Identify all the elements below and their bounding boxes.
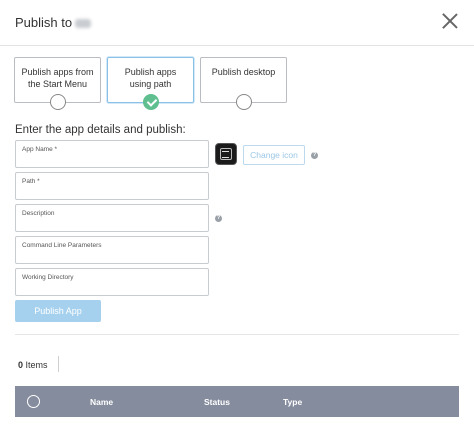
- cmd-params-label: Command Line Parameters: [22, 242, 102, 249]
- cmd-params-input[interactable]: [21, 251, 203, 262]
- option-using-path-label-2: using path: [129, 79, 172, 89]
- option-publish-desktop-radio[interactable]: [235, 94, 252, 110]
- items-count-suffix: Items: [25, 360, 48, 370]
- redacted-server-name: [75, 19, 92, 29]
- working-dir-input[interactable]: [21, 283, 203, 294]
- dialog-header: Publish to: [0, 0, 474, 46]
- path-field[interactable]: Path *: [15, 172, 209, 200]
- help-icon[interactable]: ?: [215, 215, 222, 222]
- window-icon: [220, 148, 232, 160]
- option-using-path[interactable]: Publish apps using path: [107, 57, 194, 110]
- option-start-menu-label-2: the Start Menu: [27, 79, 88, 89]
- option-using-path-radio-checkmark-icon[interactable]: [142, 94, 159, 110]
- working-dir-field[interactable]: Working Directory: [15, 268, 209, 296]
- close-icon[interactable]: [442, 13, 458, 29]
- option-start-menu-label-1: Publish apps from: [21, 67, 94, 77]
- items-count: 0 Items: [18, 360, 48, 370]
- path-input[interactable]: [21, 187, 203, 198]
- dialog-title: Publish to: [15, 15, 92, 30]
- option-start-menu[interactable]: Publish apps from the Start Menu: [14, 57, 101, 110]
- app-name-input[interactable]: [21, 155, 203, 166]
- help-icon[interactable]: ?: [311, 152, 318, 159]
- option-publish-desktop-label: Publish desktop: [211, 67, 276, 77]
- change-icon-button[interactable]: Change icon: [243, 145, 305, 165]
- description-input[interactable]: [21, 219, 203, 230]
- option-publish-desktop[interactable]: Publish desktop: [200, 57, 287, 110]
- app-name-field[interactable]: App Name *: [15, 140, 209, 168]
- app-icon-preview: [215, 143, 237, 165]
- app-name-label: App Name *: [22, 146, 58, 153]
- option-start-menu-radio[interactable]: [49, 94, 66, 110]
- divider: [15, 334, 459, 335]
- items-separator: [58, 356, 59, 372]
- description-field[interactable]: Description: [15, 204, 209, 232]
- select-all-radio[interactable]: [27, 395, 40, 408]
- working-dir-label: Working Directory: [22, 274, 74, 281]
- cmd-params-field[interactable]: Command Line Parameters: [15, 236, 209, 264]
- section-title: Enter the app details and publish:: [15, 124, 186, 136]
- column-header-status[interactable]: Status: [204, 397, 230, 407]
- table-header: Name Status Type: [15, 386, 459, 417]
- items-count-number: 0: [18, 360, 24, 370]
- publish-app-button[interactable]: Publish App: [15, 300, 101, 322]
- path-label: Path *: [22, 178, 40, 185]
- column-header-type[interactable]: Type: [283, 397, 302, 407]
- option-using-path-label-1: Publish apps: [124, 67, 177, 77]
- column-header-name[interactable]: Name: [90, 397, 113, 407]
- description-label: Description: [22, 210, 55, 217]
